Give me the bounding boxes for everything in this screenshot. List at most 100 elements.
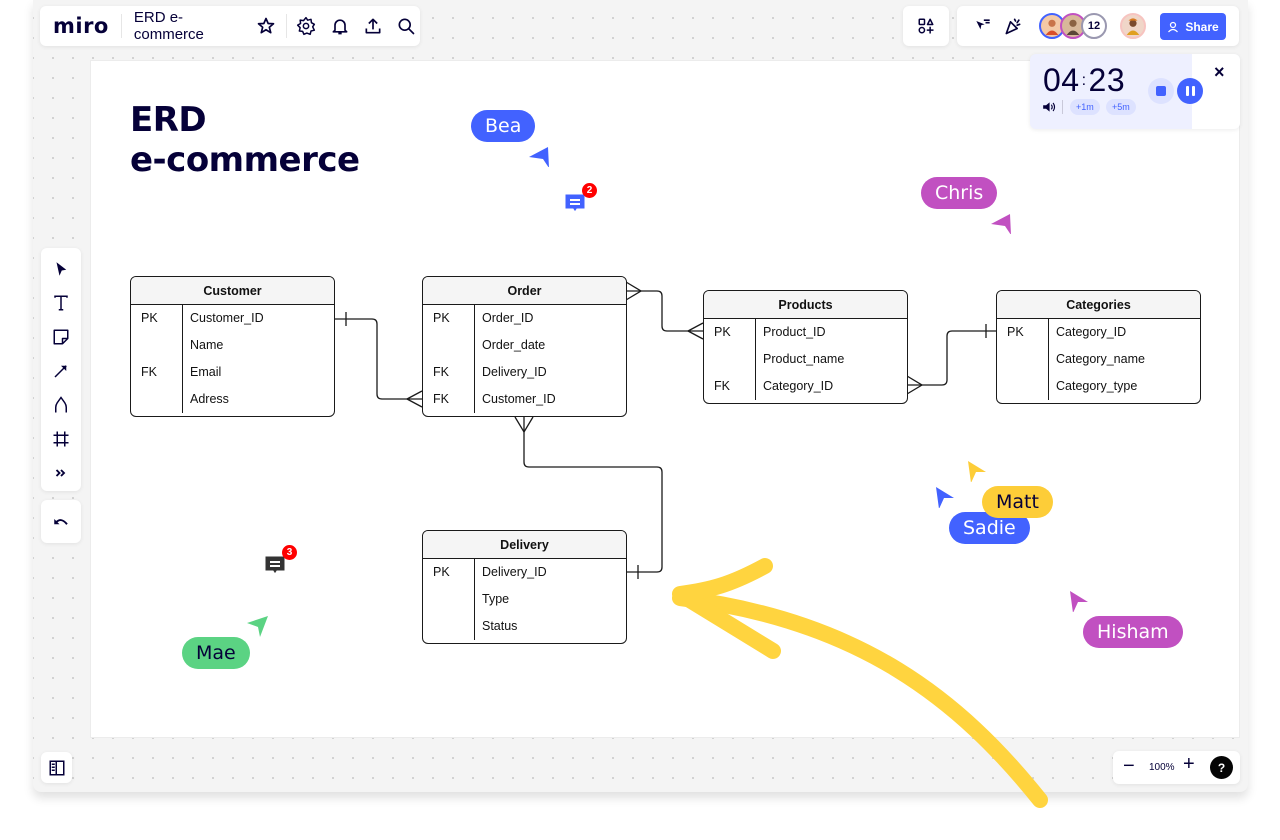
comment-pin[interactable]: 3 — [263, 553, 287, 577]
collaborator-cursor-icon — [934, 486, 956, 508]
entity-title: Delivery — [423, 531, 626, 559]
frames-panel-button[interactable] — [41, 752, 72, 783]
frame-icon — [52, 430, 70, 448]
field-name: Email — [190, 359, 221, 386]
miro-app: ERD e-commerce Custom — [0, 0, 1280, 840]
notifications-button[interactable] — [326, 12, 353, 40]
collaborator-cursor-icon — [966, 460, 988, 482]
heading-line-2: e-commerce — [130, 140, 360, 180]
close-timer-button[interactable]: × — [1214, 62, 1225, 83]
board-title[interactable]: ERD e-commerce — [134, 9, 250, 43]
collaborator-label-mae: Mae — [182, 637, 250, 669]
key-type: PK — [714, 319, 731, 346]
share-button[interactable]: Share — [1160, 13, 1226, 40]
more-tools-button[interactable] — [41, 459, 81, 487]
stop-icon — [1156, 86, 1166, 96]
collaborator-count[interactable]: 12 — [1081, 13, 1107, 39]
search-button[interactable] — [393, 12, 420, 40]
text-tool[interactable] — [41, 289, 81, 317]
comment-count-badge: 2 — [582, 183, 597, 198]
arrow-icon — [52, 362, 70, 380]
field-name: Adress — [190, 386, 229, 413]
field-name: Delivery_ID — [482, 559, 547, 586]
field-name: Type — [482, 586, 509, 613]
add-5-minutes-button[interactable]: +5m — [1106, 99, 1136, 115]
zoom-level[interactable]: 100% — [1149, 762, 1175, 773]
board-heading[interactable]: ERD e-commerce — [130, 100, 360, 180]
entity-row: Adress — [131, 386, 334, 413]
timer-seconds: 23 — [1089, 62, 1126, 98]
miro-logo[interactable]: miro — [53, 14, 109, 38]
key-type: FK — [433, 386, 449, 413]
zoom-out-button[interactable]: − — [1123, 755, 1135, 778]
export-button[interactable] — [359, 12, 386, 40]
connection-line-tool[interactable] — [41, 357, 81, 385]
sidebar-panel-icon — [48, 759, 66, 777]
collaborator-label-hisham: Hisham — [1083, 616, 1183, 648]
entity-title: Products — [704, 291, 907, 319]
key-type: FK — [141, 359, 157, 386]
entity-categories[interactable]: Categories PKCategory_ID Category_name C… — [996, 290, 1201, 404]
help-button[interactable]: ? — [1210, 756, 1233, 779]
sound-icon[interactable] — [1042, 101, 1056, 113]
field-name: Category_ID — [763, 373, 833, 400]
key-type: FK — [433, 359, 449, 386]
stop-button[interactable] — [1148, 78, 1174, 104]
user-icon — [1167, 21, 1179, 33]
select-tool[interactable] — [41, 255, 81, 283]
entity-row: Category_type — [997, 373, 1200, 400]
comment-count-badge: 3 — [282, 545, 297, 560]
field-name: Category_ID — [1056, 319, 1126, 346]
timer-display: 04:23 — [1043, 62, 1125, 99]
field-name: Order_date — [482, 332, 545, 359]
entity-row: Type — [423, 586, 626, 613]
collaborator-cursor-icon — [528, 145, 550, 167]
entity-row: FK Email — [131, 359, 334, 386]
frame-tool[interactable] — [41, 425, 81, 453]
bell-icon — [330, 16, 350, 36]
follow-cursor-button[interactable] — [969, 12, 997, 40]
key-type: FK — [714, 373, 730, 400]
pause-button[interactable] — [1177, 78, 1203, 104]
field-name: Product_ID — [763, 319, 826, 346]
entity-row: PK Delivery_ID — [423, 559, 626, 586]
undo-panel — [41, 500, 81, 543]
entity-order[interactable]: Order PKOrder_ID Order_date FKDelivery_I… — [422, 276, 627, 417]
apps-button[interactable] — [903, 6, 949, 46]
entity-title: Categories — [997, 291, 1200, 319]
divider — [121, 14, 122, 38]
collaboration-toolbar: 12 Share — [957, 6, 1239, 46]
pen-tool[interactable] — [41, 391, 81, 419]
comment-pin[interactable]: 2 — [563, 191, 587, 215]
cursor-follow-icon — [973, 16, 993, 36]
entity-title: Customer — [131, 277, 334, 305]
settings-button[interactable] — [293, 12, 320, 40]
entity-row: Order_date — [423, 332, 626, 359]
zoom-in-button[interactable]: + — [1183, 753, 1195, 776]
timer-minutes: 04 — [1043, 62, 1080, 98]
star-button[interactable] — [252, 12, 279, 40]
field-name: Order_ID — [482, 305, 533, 332]
field-name: Status — [482, 613, 517, 640]
divider — [286, 14, 287, 38]
collaborator-label-bea: Bea — [471, 110, 535, 142]
sticky-note-tool[interactable] — [41, 323, 81, 351]
board-toolbar: miro ERD e-commerce — [40, 6, 420, 46]
entity-products[interactable]: Products PK Product_ID Product_name FK Cat… — [703, 290, 908, 404]
key-type: PK — [141, 305, 158, 332]
person-avatar-icon — [1043, 17, 1061, 35]
text-icon — [52, 294, 70, 312]
undo-button[interactable] — [41, 508, 81, 536]
help-icon: ? — [1218, 761, 1225, 775]
entity-customer[interactable]: Customer PKCustomer_ID Name FKEmail Adre… — [130, 276, 335, 417]
entity-delivery[interactable]: Delivery PK Delivery_ID Type Status — [422, 530, 627, 644]
entity-row: PKOrder_ID — [423, 305, 626, 332]
key-type: PK — [433, 559, 450, 586]
add-1-minute-button[interactable]: +1m — [1070, 99, 1100, 115]
pointer-icon — [52, 260, 70, 278]
field-name: Customer_ID — [190, 305, 264, 332]
entity-row: Product_name — [704, 346, 907, 373]
pause-icon — [1186, 86, 1189, 96]
celebrate-button[interactable] — [999, 12, 1027, 40]
current-user-avatar[interactable] — [1120, 13, 1146, 39]
